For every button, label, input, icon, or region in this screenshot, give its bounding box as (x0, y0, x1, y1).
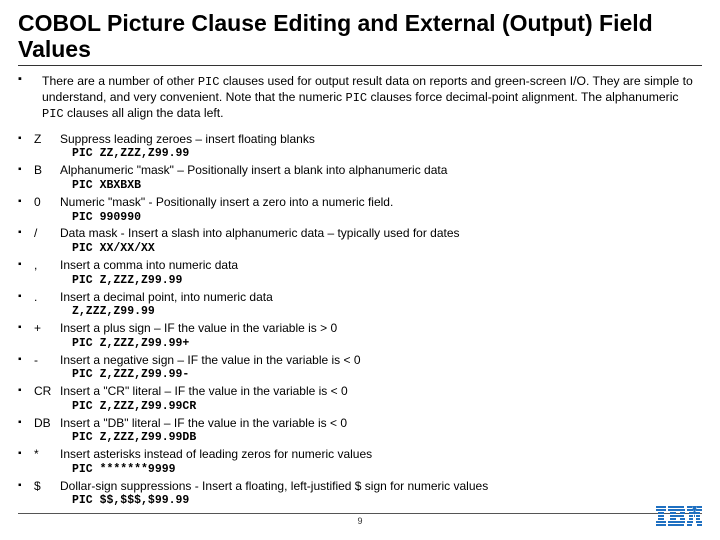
list-item: ▪.Insert a decimal point, into numeric d… (18, 290, 702, 321)
item-description: Suppress leading zeroes – insert floatin… (60, 132, 702, 163)
item-desc-text: Numeric "mask" - Positionally insert a z… (60, 195, 393, 209)
intro-pic-term: PIC (198, 75, 220, 89)
item-description: Dollar-sign suppressions - Insert a floa… (60, 479, 702, 510)
item-pic-clause: Z,ZZZ,Z99.99 (60, 305, 702, 320)
item-symbol: B (34, 163, 60, 179)
bullet-icon: ▪ (18, 353, 34, 366)
item-desc-text: Suppress leading zeroes – insert floatin… (60, 132, 315, 146)
item-symbol: DB (34, 416, 60, 432)
item-symbol: / (34, 226, 60, 242)
item-symbol: . (34, 290, 60, 306)
page-title: COBOL Picture Clause Editing and Externa… (18, 10, 702, 66)
footer: 9 (0, 513, 720, 536)
item-desc-text: Insert a comma into numeric data (60, 258, 238, 272)
bullet-icon: ▪ (18, 479, 34, 492)
item-description: Insert a "CR" literal – IF the value in … (60, 384, 702, 415)
list-item: ▪BAlphanumeric "mask" – Positionally ins… (18, 163, 702, 194)
item-desc-text: Insert a "DB" literal – IF the value in … (60, 416, 347, 430)
bullet-icon: ▪ (18, 226, 34, 239)
intro-bullet: ▪ There are a number of other PIC clause… (18, 74, 702, 122)
item-desc-text: Alphanumeric "mask" – Positionally inser… (60, 163, 447, 177)
ibm-logo (656, 506, 702, 526)
item-description: Insert a "DB" literal – IF the value in … (60, 416, 702, 447)
list-item: ▪*Insert asterisks instead of leading ze… (18, 447, 702, 478)
intro-text: There are a number of other PIC clauses … (42, 74, 702, 122)
list-item: ▪/Data mask - Insert a slash into alphan… (18, 226, 702, 257)
item-pic-clause: PIC Z,ZZZ,Z99.99DB (60, 431, 702, 446)
bullet-icon: ▪ (18, 195, 34, 208)
list-item: ▪DBInsert a "DB" literal – IF the value … (18, 416, 702, 447)
item-symbol: * (34, 447, 60, 463)
list-item: ▪-Insert a negative sign – IF the value … (18, 353, 702, 384)
item-description: Data mask - Insert a slash into alphanum… (60, 226, 702, 257)
slide: COBOL Picture Clause Editing and Externa… (0, 0, 720, 540)
bullet-icon: ▪ (18, 447, 34, 460)
page-number: 9 (357, 514, 362, 526)
item-pic-clause: PIC $$,$$$,$99.99 (60, 494, 702, 509)
list-item: ▪$Dollar-sign suppressions - Insert a fl… (18, 479, 702, 510)
item-symbol: + (34, 321, 60, 337)
list-item: ▪,Insert a comma into numeric data PIC Z,… (18, 258, 702, 289)
item-pic-clause: PIC 990990 (60, 211, 702, 226)
item-pic-clause: PIC Z,ZZZ,Z99.99 (60, 274, 702, 289)
item-desc-text: Dollar-sign suppressions - Insert a floa… (60, 479, 488, 493)
list-item: ▪ZSuppress leading zeroes – insert float… (18, 132, 702, 163)
item-symbol: - (34, 353, 60, 369)
list-item: ▪+Insert a plus sign – IF the value in t… (18, 321, 702, 352)
item-symbol: Z (34, 132, 60, 148)
items-list: ▪ZSuppress leading zeroes – insert float… (18, 132, 702, 509)
bullet-icon: ▪ (18, 290, 34, 303)
intro-pre: There are a number of other (42, 74, 198, 88)
item-pic-clause: PIC ZZ,ZZZ,Z99.99 (60, 147, 702, 162)
bullet-icon: ▪ (18, 163, 34, 176)
item-description: Insert a negative sign – IF the value in… (60, 353, 702, 384)
item-symbol: , (34, 258, 60, 274)
item-pic-clause: PIC XX/XX/XX (60, 242, 702, 257)
list-item: ▪0Numeric "mask" - Positionally insert a… (18, 195, 702, 226)
item-description: Insert a decimal point, into numeric dat… (60, 290, 702, 321)
item-description: Numeric "mask" - Positionally insert a z… (60, 195, 702, 226)
list-item: ▪CRInsert a "CR" literal – IF the value … (18, 384, 702, 415)
bullet-icon: ▪ (18, 321, 34, 334)
item-description: Alphanumeric "mask" – Positionally inser… (60, 163, 702, 194)
intro-pic-term: PIC (42, 107, 64, 121)
item-symbol: CR (34, 384, 60, 400)
item-symbol: 0 (34, 195, 60, 211)
intro-post: clauses all align the data left. (64, 106, 224, 120)
item-desc-text: Insert a negative sign – IF the value in… (60, 353, 361, 367)
intro-mid2: clauses force decimal-point alignment. T… (367, 90, 678, 104)
item-desc-text: Insert a plus sign – IF the value in the… (60, 321, 337, 335)
item-pic-clause: PIC XBXBXB (60, 179, 702, 194)
item-pic-clause: PIC Z,ZZZ,Z99.99CR (60, 400, 702, 415)
item-description: Insert a plus sign – IF the value in the… (60, 321, 702, 352)
item-description: Insert a comma into numeric data PIC Z,ZZ… (60, 258, 702, 289)
intro-pic-term: PIC (346, 91, 368, 105)
item-desc-text: Insert a decimal point, into numeric dat… (60, 290, 273, 304)
bullet-icon: ▪ (18, 416, 34, 429)
item-desc-text: Data mask - Insert a slash into alphanum… (60, 226, 460, 240)
footer-line: 9 (18, 513, 702, 536)
item-pic-clause: PIC Z,ZZZ,Z99.99- (60, 368, 702, 383)
item-description: Insert asterisks instead of leading zero… (60, 447, 702, 478)
bullet-icon: ▪ (18, 384, 34, 397)
bullet-icon: ▪ (18, 258, 34, 271)
item-desc-text: Insert a "CR" literal – IF the value in … (60, 384, 348, 398)
item-pic-clause: PIC *******9999 (60, 463, 702, 478)
item-symbol: $ (34, 479, 60, 495)
bullet-icon: ▪ (18, 132, 34, 145)
item-desc-text: Insert asterisks instead of leading zero… (60, 447, 372, 461)
item-pic-clause: PIC Z,ZZZ,Z99.99+ (60, 337, 702, 352)
bullet-icon: ▪ (18, 74, 28, 85)
